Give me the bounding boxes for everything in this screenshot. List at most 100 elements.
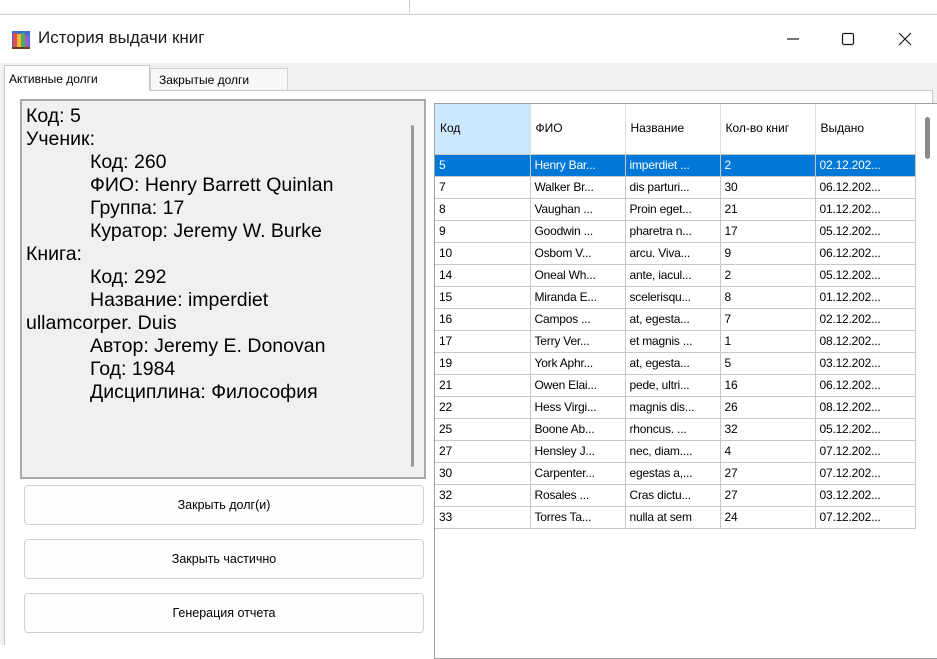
table-cell[interactable]: Carpenter... <box>530 462 626 485</box>
details-scrollbar[interactable] <box>411 125 414 467</box>
table-cell[interactable]: Henry Bar... <box>530 154 626 177</box>
table-cell[interactable]: 22 <box>435 396 531 419</box>
table-cell[interactable]: pede, ultri... <box>625 374 721 397</box>
table-cell[interactable]: egestas a,... <box>625 462 721 485</box>
table-cell[interactable]: at, egesta... <box>625 308 721 331</box>
table-cell[interactable]: et magnis ... <box>625 330 721 353</box>
table-cell[interactable]: 9 <box>435 220 531 243</box>
table-cell[interactable]: ante, iacul... <box>625 264 721 287</box>
table-cell[interactable]: Torres Ta... <box>530 506 626 529</box>
table-cell[interactable]: 03.12.202... <box>815 352 916 375</box>
table-cell[interactable]: arcu. Viva... <box>625 242 721 265</box>
minimize-button[interactable] <box>768 15 818 63</box>
table-cell[interactable]: 30 <box>720 176 816 199</box>
table-cell[interactable]: Rosales ... <box>530 484 626 507</box>
debts-grid[interactable]: Код ФИО Название Кол-во книг Выдано 5 Henry B… <box>434 103 937 659</box>
table-cell[interactable]: 1 <box>720 330 816 353</box>
table-cell[interactable]: 25 <box>435 418 531 441</box>
table-cell[interactable]: 4 <box>720 440 816 463</box>
table-cell[interactable]: 05.12.202... <box>815 264 916 287</box>
table-cell[interactable]: 17 <box>720 220 816 243</box>
table-cell[interactable]: Cras dictu... <box>625 484 721 507</box>
table-cell[interactable]: Goodwin ... <box>530 220 626 243</box>
table-cell[interactable]: Hess Virgi... <box>530 396 626 419</box>
table-cell[interactable]: nulla at sem <box>625 506 721 529</box>
table-cell[interactable]: 7 <box>720 308 816 331</box>
table-cell[interactable]: 32 <box>435 484 531 507</box>
table-cell[interactable]: 21 <box>720 198 816 221</box>
table-cell[interactable]: 10 <box>435 242 531 265</box>
table-cell[interactable]: 8 <box>720 286 816 309</box>
table-cell[interactable]: nec, diam.... <box>625 440 721 463</box>
table-cell[interactable]: Boone Ab... <box>530 418 626 441</box>
table-row[interactable]: 33 Torres Ta... nulla at sem 24 07.12.202... <box>435 506 916 529</box>
column-header[interactable]: ФИО <box>530 104 626 155</box>
table-cell[interactable]: 27 <box>435 440 531 463</box>
table-cell[interactable]: Osbom V... <box>530 242 626 265</box>
table-row[interactable]: 25 Boone Ab... rhoncus. ... 32 05.12.202... <box>435 418 916 441</box>
column-header[interactable]: Выдано <box>815 104 916 155</box>
table-cell[interactable]: Terry Ver... <box>530 330 626 353</box>
table-cell[interactable]: 05.12.202... <box>815 220 916 243</box>
debt-details-textbox[interactable]: Код: 5 Ученик: Код: 260 ФИО: Henry Barrett … <box>20 99 426 479</box>
table-cell[interactable]: imperdiet ... <box>625 154 721 177</box>
table-cell[interactable]: 16 <box>435 308 531 331</box>
table-cell[interactable]: pharetra n... <box>625 220 721 243</box>
column-header[interactable]: Код <box>435 104 531 155</box>
table-cell[interactable]: 5 <box>720 352 816 375</box>
table-row[interactable]: 10 Osbom V... arcu. Viva... 9 06.12.202... <box>435 242 916 265</box>
title-bar[interactable]: История выдачи книг <box>0 15 937 63</box>
tab-closed-debts[interactable]: Закрытые долги <box>150 68 288 90</box>
table-cell[interactable]: 07.12.202... <box>815 440 916 463</box>
table-cell[interactable]: Miranda E... <box>530 286 626 309</box>
table-cell[interactable]: 06.12.202... <box>815 374 916 397</box>
table-row[interactable]: 16 Campos ... at, egesta... 7 02.12.202... <box>435 308 916 331</box>
table-cell[interactable]: at, egesta... <box>625 352 721 375</box>
table-cell[interactable]: Campos ... <box>530 308 626 331</box>
table-cell[interactable]: 2 <box>720 264 816 287</box>
close-debt-button[interactable]: Закрыть долг(и) <box>24 485 424 525</box>
table-cell[interactable]: York Aphr... <box>530 352 626 375</box>
table-cell[interactable]: 05.12.202... <box>815 418 916 441</box>
table-row[interactable]: 5 Henry Bar... imperdiet ... 2 02.12.202... <box>435 154 916 177</box>
table-cell[interactable]: 33 <box>435 506 531 529</box>
table-cell[interactable]: 27 <box>720 484 816 507</box>
table-row[interactable]: 7 Walker Br... dis parturi... 30 06.12.202..… <box>435 176 916 199</box>
table-cell[interactable]: 26 <box>720 396 816 419</box>
table-cell[interactable]: 06.12.202... <box>815 242 916 265</box>
table-cell[interactable]: Proin eget... <box>625 198 721 221</box>
maximize-button[interactable] <box>823 15 873 63</box>
table-cell[interactable]: Vaughan ... <box>530 198 626 221</box>
table-row[interactable]: 15 Miranda E... scelerisqu... 8 01.12.202... <box>435 286 916 309</box>
table-row[interactable]: 22 Hess Virgi... magnis dis... 26 08.12.202.… <box>435 396 916 419</box>
table-cell[interactable]: 32 <box>720 418 816 441</box>
table-cell[interactable]: 06.12.202... <box>815 176 916 199</box>
table-cell[interactable]: 21 <box>435 374 531 397</box>
table-cell[interactable]: Oneal Wh... <box>530 264 626 287</box>
close-button[interactable] <box>880 15 930 63</box>
table-cell[interactable]: scelerisqu... <box>625 286 721 309</box>
table-cell[interactable]: 16 <box>720 374 816 397</box>
table-row[interactable]: 27 Hensley J... nec, diam.... 4 07.12.202... <box>435 440 916 463</box>
generate-report-button[interactable]: Генерация отчета <box>24 593 424 633</box>
table-cell[interactable]: 5 <box>435 154 531 177</box>
table-row[interactable]: 14 Oneal Wh... ante, iacul... 2 05.12.202... <box>435 264 916 287</box>
table-cell[interactable]: 07.12.202... <box>815 462 916 485</box>
table-cell[interactable]: 02.12.202... <box>815 308 916 331</box>
table-cell[interactable]: 30 <box>435 462 531 485</box>
table-row[interactable]: 30 Carpenter... egestas a,... 27 07.12.202..… <box>435 462 916 485</box>
table-cell[interactable]: 27 <box>720 462 816 485</box>
table-row[interactable]: 21 Owen Elai... pede, ultri... 16 06.12.202.… <box>435 374 916 397</box>
close-partial-button[interactable]: Закрыть частично <box>24 539 424 579</box>
table-cell[interactable]: 24 <box>720 506 816 529</box>
table-row[interactable]: 17 Terry Ver... et magnis ... 1 08.12.202... <box>435 330 916 353</box>
table-cell[interactable]: 2 <box>720 154 816 177</box>
table-row[interactable]: 19 York Aphr... at, egesta... 5 03.12.202... <box>435 352 916 375</box>
table-cell[interactable]: Walker Br... <box>530 176 626 199</box>
table-cell[interactable]: 8 <box>435 198 531 221</box>
table-cell[interactable]: 14 <box>435 264 531 287</box>
table-cell[interactable]: 03.12.202... <box>815 484 916 507</box>
table-cell[interactable]: 08.12.202... <box>815 330 916 353</box>
table-cell[interactable]: 01.12.202... <box>815 198 916 221</box>
tab-active-debts[interactable]: Активные долги <box>4 65 150 91</box>
